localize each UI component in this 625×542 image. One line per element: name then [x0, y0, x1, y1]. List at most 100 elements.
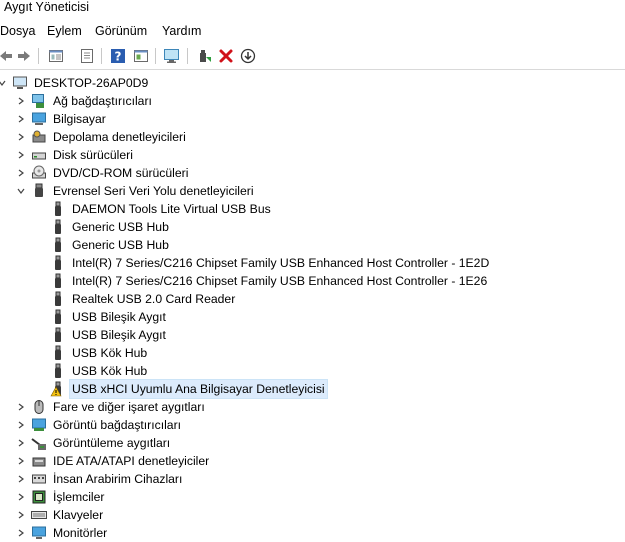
- chevron-right-icon[interactable]: [16, 402, 26, 412]
- computer-icon: [31, 111, 47, 127]
- uninstall-button[interactable]: [216, 46, 236, 66]
- device-label: Generic USB Hub: [72, 220, 169, 234]
- usb-device[interactable]: USB Kök Hub: [50, 344, 149, 362]
- chevron-right-icon[interactable]: [16, 168, 26, 178]
- category-label: DVD/CD-ROM sürücüleri: [53, 166, 189, 180]
- help-button[interactable]: ?: [108, 46, 128, 66]
- category-label: Depolama denetleyicileri: [53, 130, 186, 144]
- usb-plug-icon: [50, 363, 66, 379]
- category-disk-drives[interactable]: Disk sürücüleri: [31, 146, 135, 164]
- window-title: Aygıt Yöneticisi: [4, 0, 90, 14]
- category-storage-controllers[interactable]: Depolama denetleyicileri: [31, 128, 188, 146]
- category-label: İnsan Arabirim Cihazları: [53, 472, 183, 486]
- category-display-adapters[interactable]: Görüntü bağdaştırıcıları: [31, 416, 183, 434]
- category-network-adapters[interactable]: Ağ bağdaştırıcıları: [31, 92, 154, 110]
- chevron-right-icon[interactable]: [16, 438, 26, 448]
- title-bar: Aygıt Yöneticisi: [0, 0, 625, 20]
- category-imaging-devices[interactable]: Görüntüleme aygıtları: [31, 434, 172, 452]
- usb-plug-icon: [50, 237, 66, 253]
- chevron-right-icon[interactable]: [16, 474, 26, 484]
- category-label: Evrensel Seri Veri Yolu denetleyicileri: [53, 184, 254, 198]
- category-hid[interactable]: İnsan Arabirim Cihazları: [31, 470, 184, 488]
- usb-device[interactable]: Generic USB Hub: [50, 218, 171, 236]
- usb-device[interactable]: Intel(R) 7 Series/C216 Chipset Family US…: [50, 272, 489, 290]
- update-driver-button[interactable]: [194, 46, 214, 66]
- chevron-right-icon[interactable]: [16, 132, 26, 142]
- category-keyboards[interactable]: Klavyeler: [31, 506, 105, 524]
- dvd-icon: [31, 165, 47, 181]
- properties-view-button[interactable]: [46, 46, 66, 66]
- menu-bar: Dosya Eylem Görünüm Yardım: [0, 22, 625, 42]
- display-adapter-icon: [31, 417, 47, 433]
- usb-warning-icon: [50, 381, 66, 397]
- usb-device[interactable]: Generic USB Hub: [50, 236, 171, 254]
- update-driver-icon: [200, 50, 211, 62]
- category-label: Monitörler: [53, 526, 108, 540]
- category-usb-controllers[interactable]: Evrensel Seri Veri Yolu denetleyicileri: [31, 182, 256, 200]
- device-label: USB Kök Hub: [72, 364, 148, 378]
- keyboard-icon: [31, 507, 47, 523]
- chevron-right-icon[interactable]: [16, 492, 26, 502]
- monitor-icon: [31, 525, 47, 541]
- menu-yardim[interactable]: Yardım: [162, 24, 201, 38]
- device-label: Realtek USB 2.0 Card Reader: [72, 292, 236, 306]
- back-arrow-icon: [0, 51, 12, 61]
- usb-device[interactable]: Intel(R) 7 Series/C216 Chipset Family US…: [50, 254, 491, 272]
- chevron-right-icon[interactable]: [16, 456, 26, 466]
- forward-button[interactable]: [14, 46, 34, 66]
- menu-eylem[interactable]: Eylem: [47, 24, 82, 38]
- category-label: İşlemciler: [53, 490, 105, 504]
- tree-root[interactable]: DESKTOP-26AP0D9: [12, 74, 150, 92]
- category-mice[interactable]: Fare ve diğer işaret aygıtları: [31, 398, 207, 416]
- device-label: USB Bileşik Aygıt: [72, 328, 166, 342]
- chevron-right-icon[interactable]: [16, 420, 26, 430]
- category-label: Ağ bağdaştırıcıları: [53, 94, 152, 108]
- forward-arrow-icon: [18, 51, 30, 61]
- ide-controller-icon: [31, 453, 47, 469]
- usb-device[interactable]: Realtek USB 2.0 Card Reader: [50, 290, 237, 308]
- usb-device[interactable]: USB Bileşik Aygıt: [50, 326, 168, 344]
- category-label: Fare ve diğer işaret aygıtları: [53, 400, 205, 414]
- console-view-button[interactable]: [131, 46, 151, 66]
- svg-text:?: ?: [115, 50, 122, 64]
- chevron-right-icon[interactable]: [16, 96, 26, 106]
- category-label: Görüntüleme aygıtları: [53, 436, 171, 450]
- chevron-down-icon[interactable]: [16, 186, 26, 196]
- usb-device[interactable]: USB Bileşik Aygıt: [50, 308, 168, 326]
- device-label: Intel(R) 7 Series/C216 Chipset Family US…: [72, 256, 490, 270]
- usb-plug-icon: [50, 309, 66, 325]
- hid-icon: [31, 471, 47, 487]
- processor-icon: [31, 489, 47, 505]
- category-monitors[interactable]: Monitörler: [31, 524, 109, 542]
- usb-plug-icon: [50, 273, 66, 289]
- uninstall-x-icon: [219, 49, 233, 63]
- mouse-icon: [31, 399, 47, 415]
- list-view-icon: [81, 49, 93, 63]
- network-adapter-icon: [31, 93, 47, 109]
- category-ide-controllers[interactable]: IDE ATA/ATAPI denetleyiciler: [31, 452, 211, 470]
- toolbar-divider: [0, 69, 625, 70]
- chevron-right-icon[interactable]: [16, 510, 26, 520]
- usb-plug-icon: [50, 219, 66, 235]
- chevron-right-icon[interactable]: [16, 528, 26, 538]
- category-processors[interactable]: İşlemciler: [31, 488, 106, 506]
- category-dvd-drives[interactable]: DVD/CD-ROM sürücüleri: [31, 164, 190, 182]
- download-button[interactable]: [238, 46, 258, 66]
- menu-gorunum[interactable]: Görünüm: [95, 24, 147, 38]
- usb-device[interactable]: DAEMON Tools Lite Virtual USB Bus: [50, 200, 273, 218]
- usb-device[interactable]: USB Kök Hub: [50, 362, 149, 380]
- list-view-button[interactable]: [77, 46, 97, 66]
- category-label: Görüntü bağdaştırıcıları: [53, 418, 182, 432]
- chevron-down-icon[interactable]: [0, 78, 7, 88]
- storage-controller-icon: [31, 129, 47, 145]
- chevron-right-icon[interactable]: [16, 114, 26, 124]
- category-computer[interactable]: Bilgisayar: [31, 110, 108, 128]
- toolbar: ?: [0, 44, 625, 68]
- chevron-right-icon[interactable]: [16, 150, 26, 160]
- device-label: Intel(R) 7 Series/C216 Chipset Family US…: [72, 274, 488, 288]
- scan-hardware-button[interactable]: [162, 46, 182, 66]
- menu-dosya[interactable]: Dosya: [0, 24, 35, 38]
- usb-device-selected[interactable]: USB xHCI Uyumlu Ana Bilgisayar Denetleyi…: [50, 379, 328, 399]
- device-label: USB xHCI Uyumlu Ana Bilgisayar Denetleyi…: [69, 379, 328, 399]
- category-label: Klavyeler: [53, 508, 104, 522]
